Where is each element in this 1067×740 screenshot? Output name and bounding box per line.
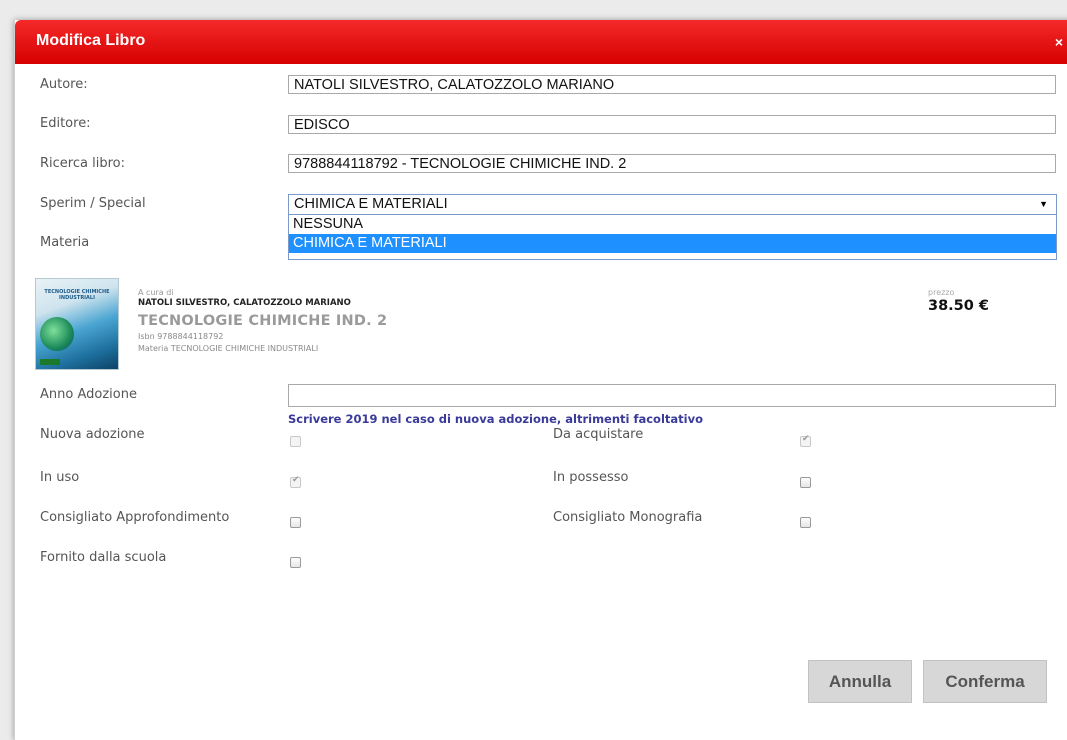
in-possesso-label: In possesso	[553, 470, 629, 485]
sperim-label: Sperim / Special	[40, 196, 146, 211]
ricerca-label: Ricerca libro:	[40, 156, 125, 171]
in-possesso-checkbox[interactable]	[800, 477, 811, 488]
conferma-button[interactable]: Conferma	[923, 660, 1047, 703]
editore-label: Editore:	[40, 116, 91, 131]
close-icon[interactable]: ×	[1055, 34, 1063, 50]
cover-logo-strip	[40, 359, 60, 365]
consigliato-approfondimento-checkbox[interactable]	[290, 517, 301, 528]
in-uso-checkbox[interactable]: ✔	[290, 475, 301, 488]
anno-adozione-field[interactable]	[288, 384, 1056, 407]
option-chimica-e-materiali[interactable]: CHIMICA E MATERIALI	[289, 234, 1056, 253]
cover-globe-graphic	[40, 317, 74, 351]
da-acquistare-label: Da acquistare	[553, 427, 644, 442]
annulla-button[interactable]: Annulla	[808, 660, 912, 703]
cover-title: TECNOLOGIE CHIMICHE INDUSTRIALI	[44, 289, 110, 301]
sperim-select[interactable]: CHIMICA E MATERIALI ▼	[288, 194, 1057, 215]
book-authors: NATOLI SILVESTRO, CALATOZZOLO MARIANO	[138, 298, 351, 308]
fornito-scuola-label: Fornito dalla scuola	[40, 550, 167, 565]
book-isbn: Isbn 9788844118792	[138, 332, 224, 341]
dropdown-arrow-icon[interactable]: ▼	[1039, 195, 1048, 214]
autore-label: Autore:	[40, 77, 88, 92]
autore-field[interactable]: NATOLI SILVESTRO, CALATOZZOLO MARIANO	[288, 75, 1056, 94]
da-acquistare-checkbox[interactable]: ✔	[800, 434, 811, 447]
book-title: TECNOLOGIE CHIMICHE IND. 2	[138, 313, 388, 329]
nuova-adozione-label: Nuova adozione	[40, 427, 145, 442]
edit-book-dialog: Modifica Libro × Autore: NATOLI SILVESTR…	[14, 20, 1067, 740]
option-nessuna[interactable]: NESSUNA	[289, 215, 1056, 234]
check-mark-icon: ✔	[292, 475, 300, 485]
anno-adozione-hint: Scrivere 2019 nel caso di nuova adozione…	[288, 412, 703, 426]
book-a-cura-di: A cura di	[138, 288, 174, 297]
price-label: prezzo	[928, 288, 955, 297]
consigliato-approfondimento-label: Consigliato Approfondimento	[40, 510, 230, 525]
fornito-scuola-checkbox[interactable]	[290, 557, 301, 568]
ricerca-libro-field[interactable]: 9788844118792 - TECNOLOGIE CHIMICHE IND.…	[288, 154, 1056, 173]
consigliato-monografia-label: Consigliato Monografia	[553, 510, 703, 525]
dialog-titlebar: Modifica Libro ×	[15, 20, 1067, 64]
consigliato-monografia-checkbox[interactable]	[800, 517, 811, 528]
in-uso-label: In uso	[40, 470, 80, 485]
sperim-dropdown-list: NESSUNA CHIMICA E MATERIALI	[288, 215, 1057, 260]
check-mark-icon: ✔	[802, 434, 810, 444]
materia-label: Materia	[40, 235, 90, 250]
dialog-title: Modifica Libro	[36, 32, 146, 49]
book-cover-image: TECNOLOGIE CHIMICHE INDUSTRIALI	[35, 278, 119, 370]
nuova-adozione-checkbox[interactable]	[290, 436, 301, 447]
sperim-selected-value: CHIMICA E MATERIALI	[294, 196, 448, 212]
price-value: 38.50 €	[928, 298, 990, 314]
book-materia: Materia TECNOLOGIE CHIMICHE INDUSTRIALI	[138, 344, 319, 353]
editore-field[interactable]: EDISCO	[288, 115, 1056, 134]
anno-adozione-label: Anno Adozione	[40, 387, 137, 402]
